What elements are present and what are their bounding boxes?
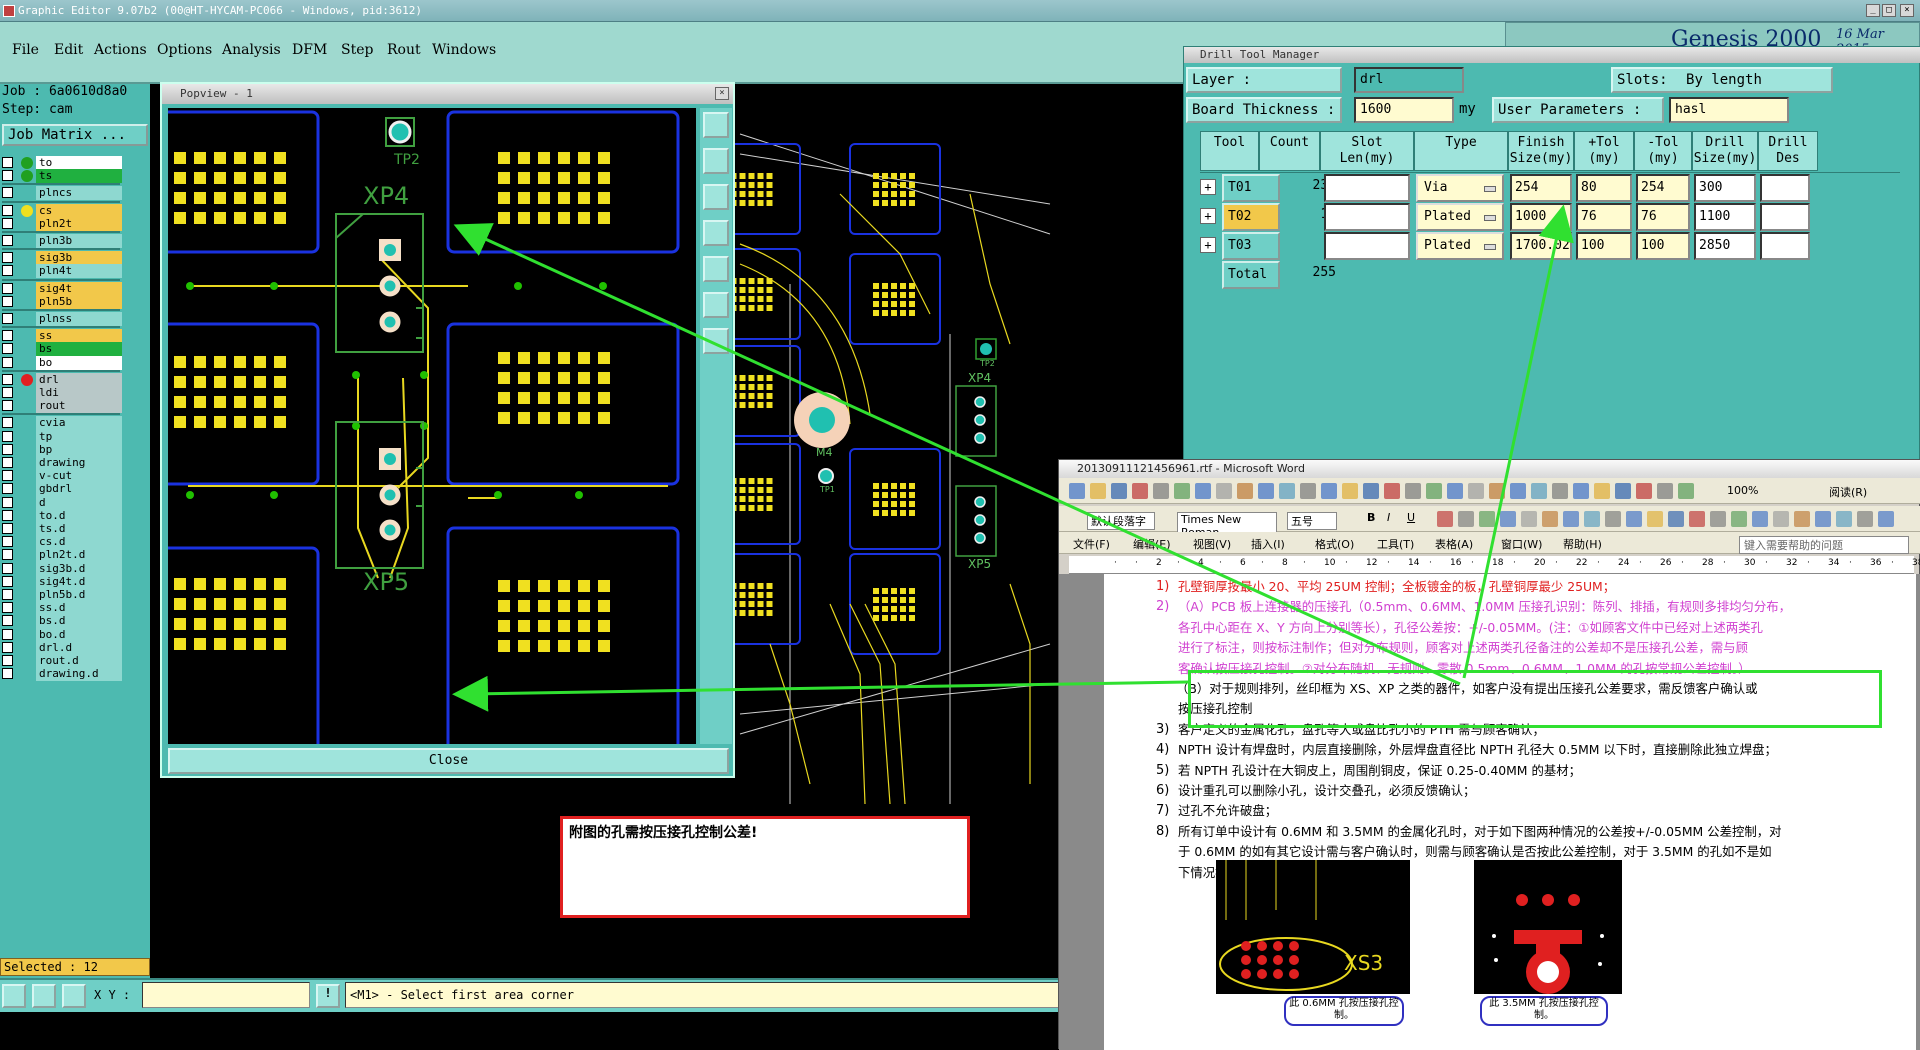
annotation-arrows (452, 204, 1574, 712)
